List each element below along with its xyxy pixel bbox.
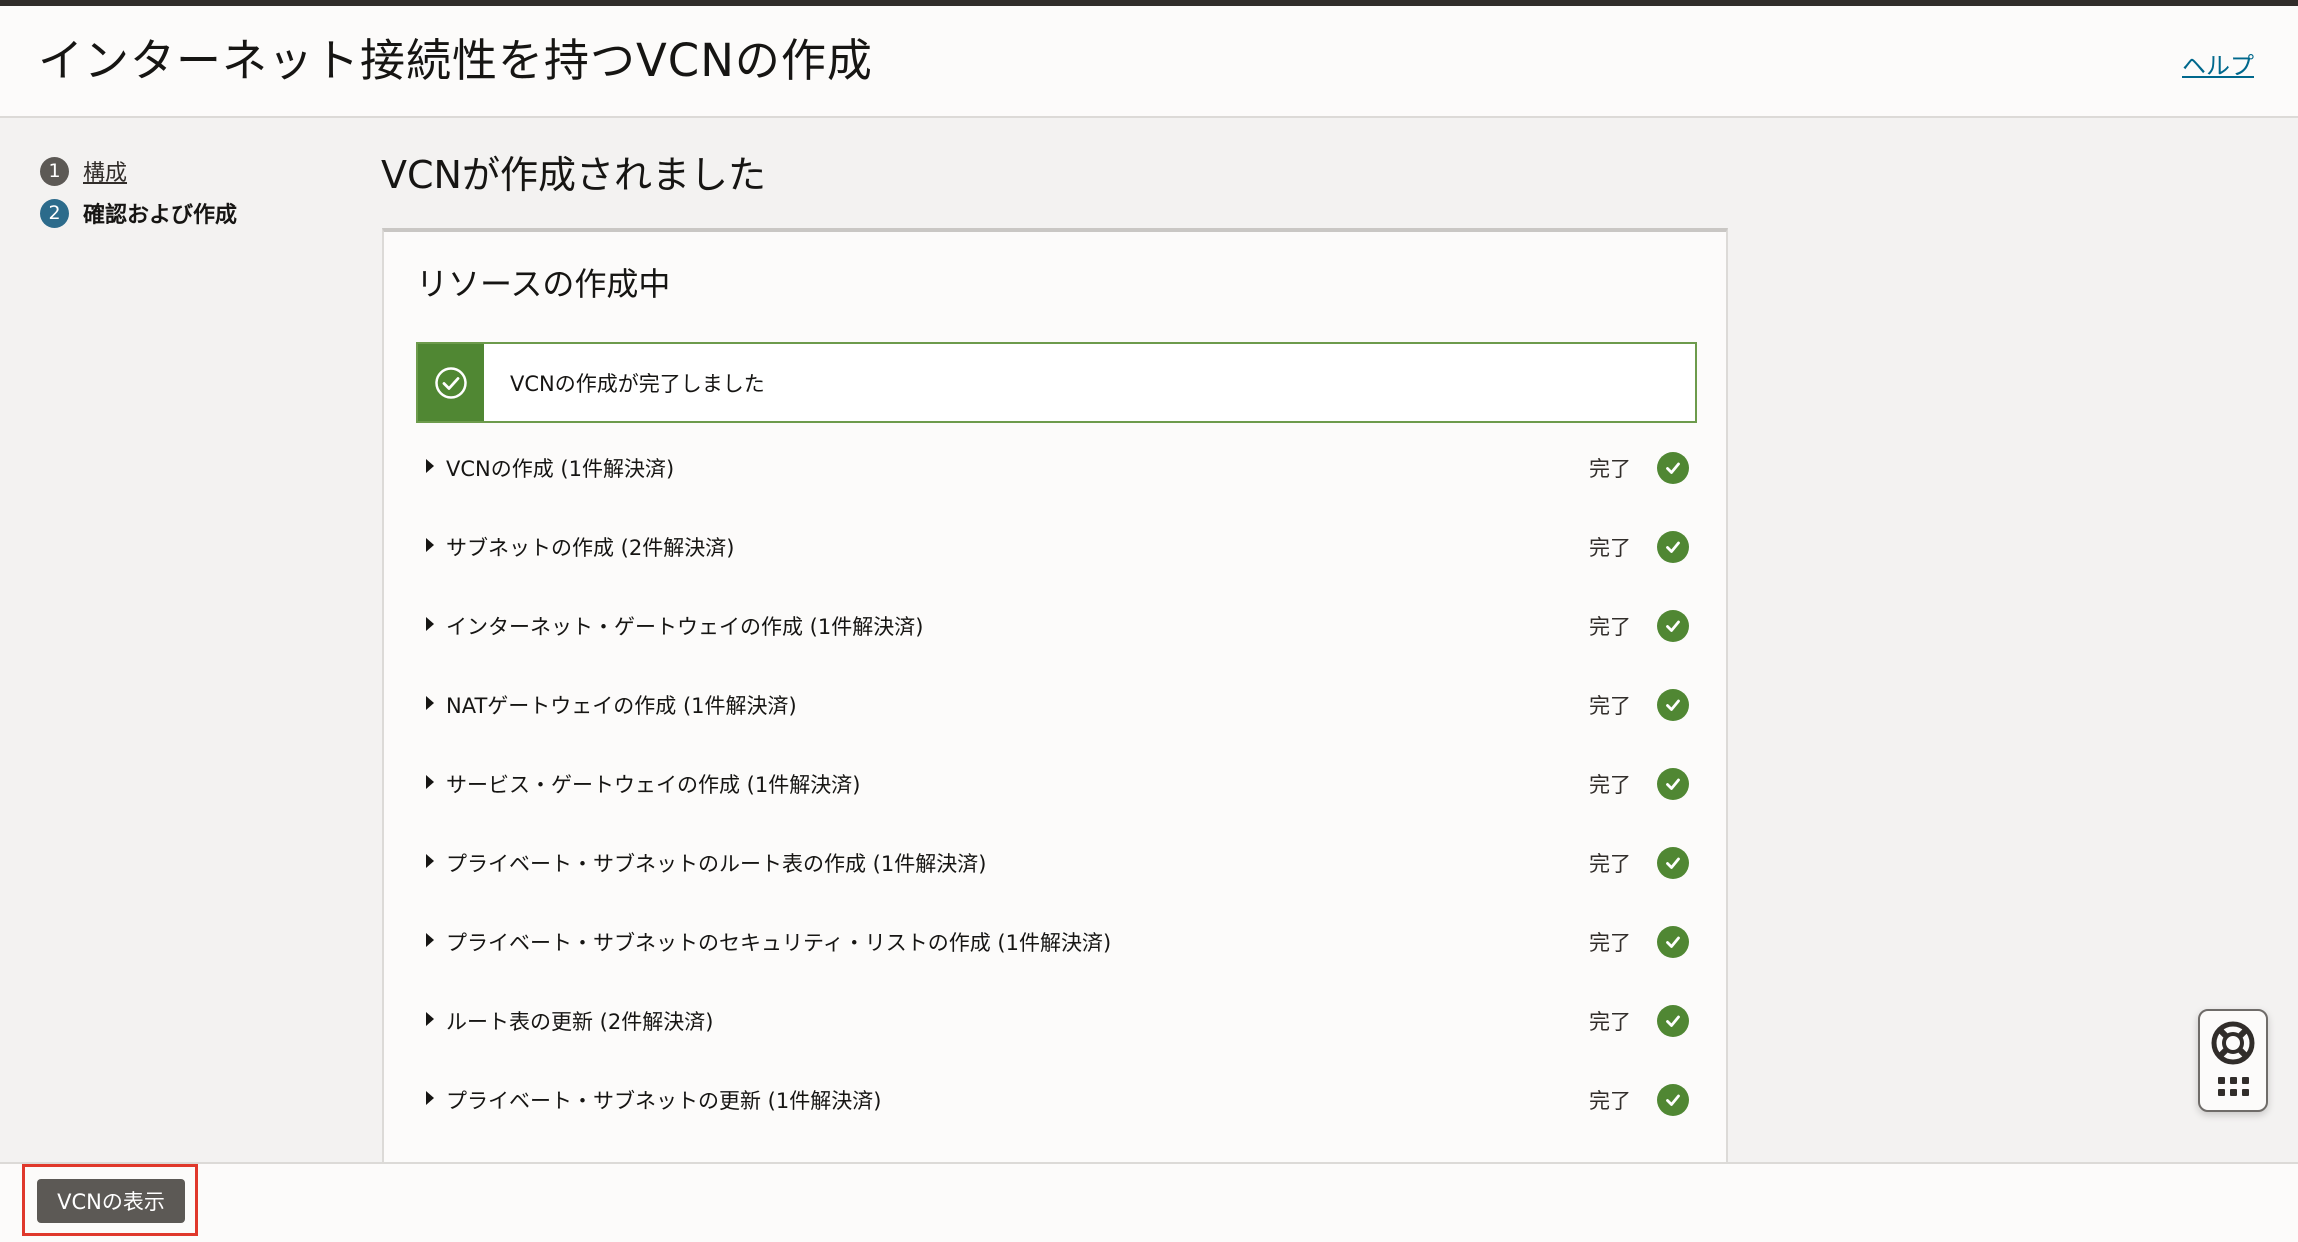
caret-right-icon[interactable] xyxy=(426,1090,434,1105)
task-item[interactable]: インターネット・ゲートウェイの作成 (1件解決済) 完了 xyxy=(416,586,1697,665)
caret-right-icon[interactable] xyxy=(426,1011,434,1026)
task-status: 完了 xyxy=(1589,614,1631,639)
task-label: ルート表の更新 (2件解決済) xyxy=(446,1009,714,1034)
step-label: 確認および作成 xyxy=(83,203,238,228)
step-number: 2 xyxy=(40,198,69,228)
task-status: 完了 xyxy=(1589,930,1631,955)
check-circle-icon xyxy=(1657,925,1689,958)
task-label: VCNの作成 (1件解決済) xyxy=(446,456,675,481)
help-link[interactable]: ヘルプ xyxy=(2182,46,2254,81)
check-circle-icon xyxy=(1657,767,1689,800)
check-circle-icon xyxy=(1657,688,1689,721)
task-item[interactable]: NATゲートウェイの作成 (1件解決済) 完了 xyxy=(416,665,1697,744)
check-circle-icon xyxy=(1657,846,1689,879)
task-item[interactable]: プライベート・サブネットのルート表の作成 (1件解決済) 完了 xyxy=(416,823,1697,902)
check-circle-icon xyxy=(1657,609,1689,642)
caret-right-icon[interactable] xyxy=(426,932,434,947)
task-label: プライベート・サブネットのセキュリティ・リストの作成 (1件解決済) xyxy=(446,930,1112,955)
grid-icon[interactable] xyxy=(2218,1077,2250,1099)
task-item[interactable]: プライベート・サブネットのセキュリティ・リストの作成 (1件解決済) 完了 xyxy=(416,902,1697,981)
task-status: 完了 xyxy=(1589,851,1631,876)
task-status: 完了 xyxy=(1589,693,1631,718)
page-header: インターネット接続性を持つVCNの作成 ヘルプ xyxy=(0,6,2298,118)
help-widget[interactable] xyxy=(2198,1009,2268,1112)
check-circle-icon xyxy=(1657,1004,1689,1037)
task-item[interactable]: VCNの作成 (1件解決済) 完了 xyxy=(416,428,1697,507)
view-vcn-button[interactable]: VCNの表示 xyxy=(37,1179,185,1223)
task-label: インターネット・ゲートウェイの作成 (1件解決済) xyxy=(446,614,924,639)
task-status: 完了 xyxy=(1589,772,1631,797)
check-circle-icon xyxy=(1657,1083,1689,1116)
step-label[interactable]: 構成 xyxy=(83,155,127,187)
check-circle-icon xyxy=(1657,451,1689,484)
task-status: 完了 xyxy=(1589,1009,1631,1034)
task-status: 完了 xyxy=(1589,456,1631,481)
task-label: サービス・ゲートウェイの作成 (1件解決済) xyxy=(446,772,861,797)
success-banner: VCNの作成が完了しました xyxy=(416,342,1697,423)
resource-creation-card: リソースの作成中 VCNの作成が完了しました VCNの作成 (1件解決済) 完了… xyxy=(382,228,1728,1242)
caret-right-icon[interactable] xyxy=(426,616,434,631)
task-label: サブネットの作成 (2件解決済) xyxy=(446,535,735,560)
step-review-create: 2 確認および作成 xyxy=(40,192,237,234)
caret-right-icon[interactable] xyxy=(426,537,434,552)
step-number: 1 xyxy=(40,156,69,186)
page-footer xyxy=(0,1162,2298,1242)
task-item[interactable]: プライベート・サブネットの更新 (1件解決済) 完了 xyxy=(416,1060,1697,1139)
task-label: NATゲートウェイの作成 (1件解決済) xyxy=(446,693,797,718)
task-list: VCNの作成 (1件解決済) 完了 サブネットの作成 (2件解決済) 完了 イン… xyxy=(416,428,1697,1139)
main-heading: VCNが作成されました xyxy=(381,153,766,197)
check-circle-icon xyxy=(1657,530,1689,563)
caret-right-icon[interactable] xyxy=(426,774,434,789)
check-circle-outline-icon xyxy=(418,344,484,421)
lifebuoy-icon[interactable] xyxy=(2209,1019,2257,1067)
page-title: インターネット接続性を持つVCNの作成 xyxy=(38,34,873,87)
banner-text: VCNの作成が完了しました xyxy=(510,371,765,396)
task-status: 完了 xyxy=(1589,535,1631,560)
step-configure[interactable]: 1 構成 xyxy=(40,150,237,192)
task-label: プライベート・サブネットのルート表の作成 (1件解決済) xyxy=(446,851,987,876)
wizard-steps: 1 構成 2 確認および作成 xyxy=(40,150,237,234)
task-label: プライベート・サブネットの更新 (1件解決済) xyxy=(446,1088,882,1113)
task-item[interactable]: サブネットの作成 (2件解決済) 完了 xyxy=(416,507,1697,586)
caret-right-icon[interactable] xyxy=(426,458,434,473)
task-status: 完了 xyxy=(1589,1088,1631,1113)
caret-right-icon[interactable] xyxy=(426,853,434,868)
caret-right-icon[interactable] xyxy=(426,695,434,710)
task-item[interactable]: ルート表の更新 (2件解決済) 完了 xyxy=(416,981,1697,1060)
task-item[interactable]: サービス・ゲートウェイの作成 (1件解決済) 完了 xyxy=(416,744,1697,823)
card-title: リソースの作成中 xyxy=(416,265,671,303)
